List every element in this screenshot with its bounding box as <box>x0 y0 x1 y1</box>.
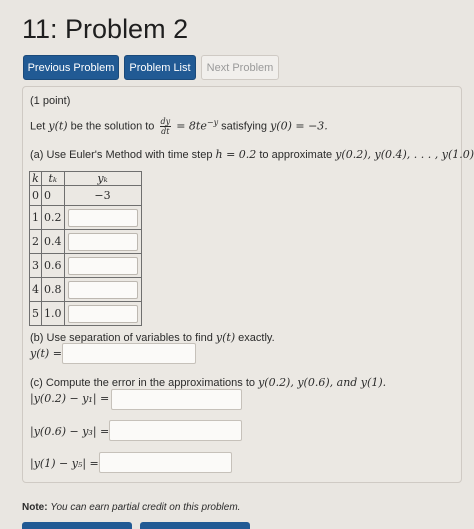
header-k: k <box>29 171 42 186</box>
cell-k: 5 <box>29 301 42 326</box>
previous-problem-button[interactable]: Previous Problem <box>23 55 119 80</box>
error-2-label: |y(0.6) − y₃| = <box>30 425 110 438</box>
problem-list-button[interactable]: Problem List <box>124 55 196 80</box>
part-c-prompt: (c) Compute the error in the approximati… <box>30 376 387 389</box>
preview-button-edge[interactable] <box>140 522 250 529</box>
cell-t: 0.6 <box>41 253 65 278</box>
cell-t: 0.8 <box>41 277 65 302</box>
cell-t: 0 <box>41 185 65 206</box>
cell-t: 1.0 <box>41 301 65 326</box>
next-problem-button: Next Problem <box>201 55 279 80</box>
points-label: (1 point) <box>30 95 71 107</box>
euler-table: k tₖ yₖ 0 0 −3 1 0.2 2 0.4 3 0.6 4 0.8 5… <box>29 171 142 326</box>
header-t: tₖ <box>41 171 65 186</box>
error-1-input[interactable] <box>111 389 242 410</box>
cell-k: 1 <box>29 205 42 230</box>
y3-input[interactable] <box>67 256 138 275</box>
cell-k: 3 <box>29 253 42 278</box>
error-3-label: |y(1) − y₅| = <box>30 457 99 470</box>
y1-input[interactable] <box>67 208 138 227</box>
cell-k: 2 <box>29 229 42 254</box>
y5-input[interactable] <box>67 304 138 323</box>
error-2-input[interactable] <box>109 420 242 441</box>
header-y: yₖ <box>63 171 142 186</box>
cell-k: 4 <box>29 277 42 302</box>
y-of-t-label: y(t) = <box>30 347 62 360</box>
page-title: 11: Problem 2 <box>22 14 189 44</box>
derivative-fraction: dy dt <box>159 117 172 136</box>
cell-t: 0.2 <box>41 205 65 230</box>
y-of-t-input[interactable] <box>62 343 196 364</box>
cell-k: 0 <box>29 185 42 206</box>
error-3-input[interactable] <box>99 452 232 473</box>
cell-t: 0.4 <box>41 229 65 254</box>
cell-y0: −3 <box>63 185 142 206</box>
submit-button-edge[interactable] <box>22 522 132 529</box>
error-1-label: |y(0.2) − y₁| = <box>30 392 110 405</box>
y4-input[interactable] <box>67 280 138 299</box>
partial-credit-note: Note: You can earn partial credit on thi… <box>22 502 241 513</box>
part-a-prompt: (a) Use Euler's Method with time step h … <box>30 148 474 161</box>
y2-input[interactable] <box>67 232 138 251</box>
problem-statement: Let y(t) be the solution to dy dt = 8te−y… <box>30 117 328 136</box>
